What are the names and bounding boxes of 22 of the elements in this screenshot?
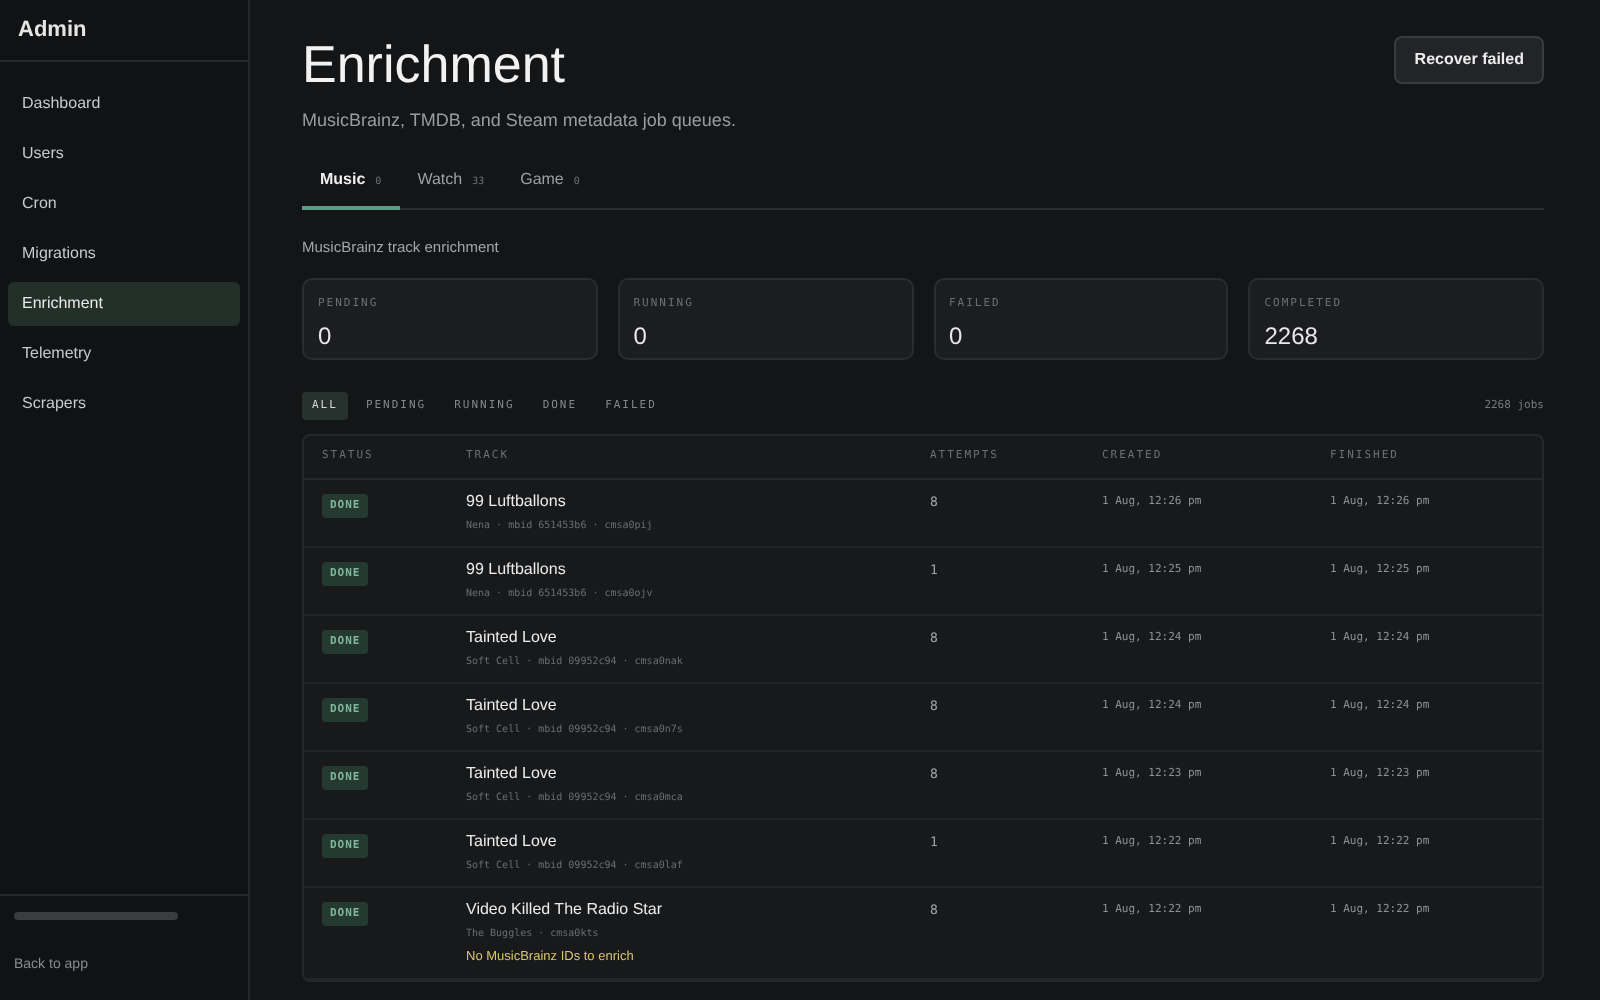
track-title: Tainted Love [466,764,557,784]
stat-value: 0 [633,320,647,354]
page-title: Enrichment [302,32,567,96]
sidebar-item[interactable]: Scrapers [8,382,240,426]
track-title: 99 Luftballons [466,560,566,580]
track-title: Video Killed The Radio Star [466,900,662,920]
sidebar-item[interactable]: Telemetry [8,332,240,376]
sidebar-item[interactable]: Migrations [8,232,240,276]
sidebar-item[interactable]: Users [8,132,240,176]
track-title: Tainted Love [466,696,557,716]
sidebar-item[interactable]: Enrichment [8,282,240,326]
track-title: Tainted Love [466,628,557,648]
sidebar-title: Admin [18,15,87,46]
stat-value: 2268 [1264,320,1318,354]
track-title: Tainted Love [466,832,557,852]
stat-value: 0 [318,320,332,354]
recover-failed-button[interactable]: Recover failed [1394,36,1544,84]
track-title: 99 Luftballons [466,492,566,512]
stat-value: 0 [949,320,963,354]
sidebar-item[interactable]: Dashboard [8,82,240,126]
page-subtitle: MusicBrainz, TMDB, and Steam metadata job queues. [302,108,736,134]
sidebar-item[interactable]: Cron [8,182,240,226]
